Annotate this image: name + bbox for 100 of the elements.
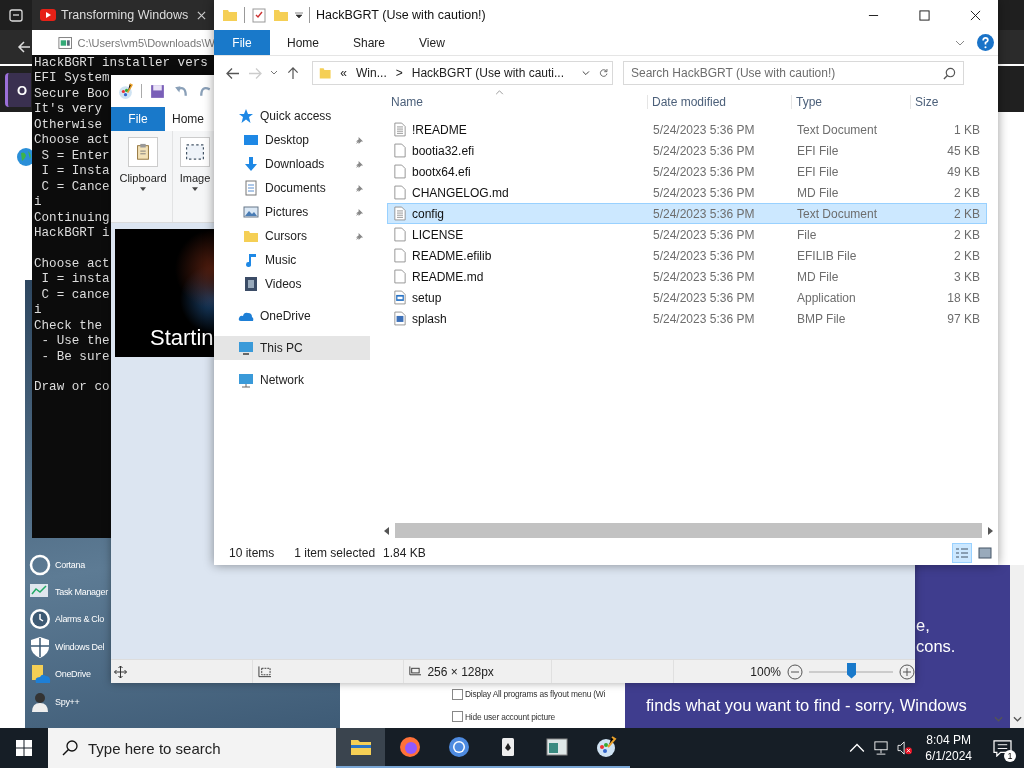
clipboard-icon bbox=[134, 143, 152, 161]
nav-item[interactable]: Cursors bbox=[214, 224, 370, 248]
taskbar-search-field[interactable]: Type here to search bbox=[48, 728, 336, 768]
zoom-out-icon[interactable] bbox=[787, 663, 803, 680]
chevron-down-icon[interactable] bbox=[1013, 715, 1022, 723]
slider-thumb[interactable] bbox=[847, 662, 856, 679]
pin-icon[interactable] bbox=[355, 207, 364, 217]
folder-icon bbox=[222, 7, 238, 23]
nav-item[interactable]: Music bbox=[214, 248, 370, 272]
search-icon bbox=[62, 740, 78, 756]
browser-tab[interactable]: Transforming Windows bbox=[32, 0, 215, 30]
nav-item[interactable]: OneDrive bbox=[214, 304, 370, 328]
properties-icon[interactable] bbox=[251, 7, 267, 23]
tab-actions-icon[interactable] bbox=[8, 7, 24, 23]
pin-icon[interactable] bbox=[355, 183, 364, 193]
start-menu-item[interactable]: Spy++ bbox=[55, 696, 80, 707]
caret-icon[interactable] bbox=[295, 11, 303, 19]
pin-icon[interactable] bbox=[355, 135, 364, 145]
ribbon-tab[interactable]: Share bbox=[336, 30, 403, 55]
nav-item[interactable]: Quick access bbox=[214, 104, 370, 128]
caret-icon[interactable] bbox=[140, 187, 146, 191]
sort-caret-icon bbox=[495, 90, 504, 95]
ribbon-tab[interactable]: Home bbox=[165, 107, 211, 131]
refresh-icon[interactable] bbox=[598, 67, 608, 79]
ribbon-tab[interactable]: View bbox=[402, 30, 462, 55]
nav-item[interactable]: Downloads bbox=[214, 152, 370, 176]
nav-item[interactable]: Videos bbox=[214, 272, 370, 296]
chevron-up-icon[interactable] bbox=[849, 741, 866, 755]
back-arrow-icon[interactable] bbox=[16, 39, 32, 55]
save-icon[interactable] bbox=[149, 82, 166, 100]
caret-icon[interactable] bbox=[192, 187, 198, 191]
nav-item[interactable]: Desktop bbox=[214, 128, 370, 152]
document-icon bbox=[243, 180, 259, 196]
column-header[interactable]: Date modified bbox=[648, 95, 792, 109]
start-menu-item[interactable]: Alarms & Clo bbox=[55, 614, 104, 625]
file-row[interactable]: setup 5/24/2023 5:36 PM Application 18 KB bbox=[387, 287, 987, 308]
console-line: - Use the bbox=[40, 334, 110, 350]
checkbox-option[interactable]: Display All programs as flyout menu (Wi bbox=[452, 688, 606, 700]
file-row[interactable]: LICENSE 5/24/2023 5:36 PM File 2 KB bbox=[387, 224, 987, 245]
file-row[interactable]: README.efilib 5/24/2023 5:36 PM EFILIB File 2 KB bbox=[387, 245, 987, 266]
file-row[interactable]: README.md 5/24/2023 5:36 PM MD File 3 KB bbox=[387, 266, 987, 287]
nav-item[interactable]: Pictures bbox=[214, 200, 370, 224]
ribbon-tab[interactable]: File bbox=[111, 107, 165, 131]
back-arrow-icon[interactable] bbox=[226, 66, 240, 80]
chevron-down-icon[interactable] bbox=[270, 70, 278, 76]
start-menu-item[interactable]: Windows Del bbox=[55, 641, 105, 652]
file-row[interactable]: CHANGELOG.md 5/24/2023 5:36 PM MD File 2 KB bbox=[387, 182, 987, 203]
start-menu-item[interactable]: Task Manager bbox=[55, 587, 108, 598]
zoom-slider[interactable] bbox=[809, 662, 893, 681]
ribbon-group-button[interactable] bbox=[128, 137, 158, 167]
date-cell-text: 5/24/2023 5:36 PM bbox=[652, 311, 756, 326]
windows-logo-icon bbox=[16, 740, 32, 756]
file-row[interactable]: config 5/24/2023 5:36 PM Text Document 2 KB bbox=[387, 203, 987, 224]
option-label: Display All programs as flyout menu (Wi bbox=[465, 689, 606, 700]
file-row[interactable]: bootia32.efi 5/24/2023 5:36 PM EFI File 45 KB bbox=[387, 140, 987, 161]
file-row[interactable]: splash 5/24/2023 5:36 PM BMP File 97 KB bbox=[387, 308, 987, 329]
file-name: splash bbox=[412, 311, 447, 326]
ribbon-group-button[interactable] bbox=[180, 137, 210, 167]
file-row[interactable]: !README 5/24/2023 5:36 PM Text Document 1 KB bbox=[387, 119, 987, 140]
notification-icon[interactable] bbox=[992, 739, 1012, 757]
pin-icon[interactable] bbox=[355, 231, 364, 241]
ribbon-tab[interactable]: File bbox=[214, 30, 270, 55]
column-header[interactable]: Name bbox=[387, 95, 648, 109]
start-menu-item[interactable]: OneDrive bbox=[55, 669, 91, 680]
breadcrumb[interactable]: HackBGRT (Use with cauti... bbox=[411, 66, 564, 80]
ribbon-tab[interactable]: Home bbox=[270, 30, 336, 55]
checkbox[interactable] bbox=[452, 688, 463, 700]
date-cell-text: 5/24/2023 5:36 PM bbox=[652, 269, 756, 284]
clock[interactable]: 8:04 PM 6/1/2024 bbox=[917, 732, 980, 764]
pin-icon[interactable] bbox=[355, 159, 364, 169]
nav-item[interactable]: Documents bbox=[214, 176, 370, 200]
nav-item[interactable]: This PC bbox=[214, 336, 370, 360]
shield-icon[interactable] bbox=[28, 634, 52, 659]
zoom-in-icon[interactable] bbox=[899, 663, 915, 680]
close-icon[interactable] bbox=[197, 10, 207, 20]
search-field[interactable]: Search HackBGRT (Use with caution!) bbox=[623, 61, 964, 85]
file-row[interactable]: bootx64.efi 5/24/2023 5:36 PM EFI File 49 KB bbox=[387, 161, 987, 182]
ring-icon[interactable] bbox=[28, 552, 52, 577]
file-name: !README bbox=[412, 122, 467, 137]
column-header[interactable]: Size bbox=[911, 95, 983, 109]
open-button[interactable]: O bbox=[5, 73, 31, 107]
breadcrumb-overflow[interactable]: « bbox=[340, 66, 348, 80]
nav-item[interactable]: Network bbox=[214, 368, 370, 392]
clock-icon[interactable] bbox=[28, 607, 52, 632]
address-bar[interactable]: « Win... > HackBGRT (Use with cauti... bbox=[312, 61, 613, 85]
start-menu-item[interactable]: Cortana bbox=[55, 559, 85, 570]
chevron-down-icon[interactable] bbox=[955, 39, 965, 46]
network-icon[interactable] bbox=[873, 741, 890, 755]
breadcrumb[interactable]: Win... bbox=[356, 66, 387, 80]
folder-app-button[interactable] bbox=[336, 728, 385, 768]
breadcrumb-separator[interactable]: > bbox=[395, 66, 403, 80]
column-header[interactable]: Type bbox=[792, 95, 911, 109]
muted-speaker-icon[interactable] bbox=[897, 741, 914, 755]
chevron-down-icon[interactable] bbox=[582, 70, 590, 76]
monitor-icon bbox=[238, 340, 254, 356]
checkbox-option[interactable]: Hide user account picture bbox=[452, 711, 555, 723]
console-line: Choose act bbox=[34, 256, 110, 273]
up-arrow-icon[interactable] bbox=[286, 66, 300, 80]
help-icon[interactable] bbox=[977, 34, 994, 51]
checkbox[interactable] bbox=[452, 711, 463, 723]
